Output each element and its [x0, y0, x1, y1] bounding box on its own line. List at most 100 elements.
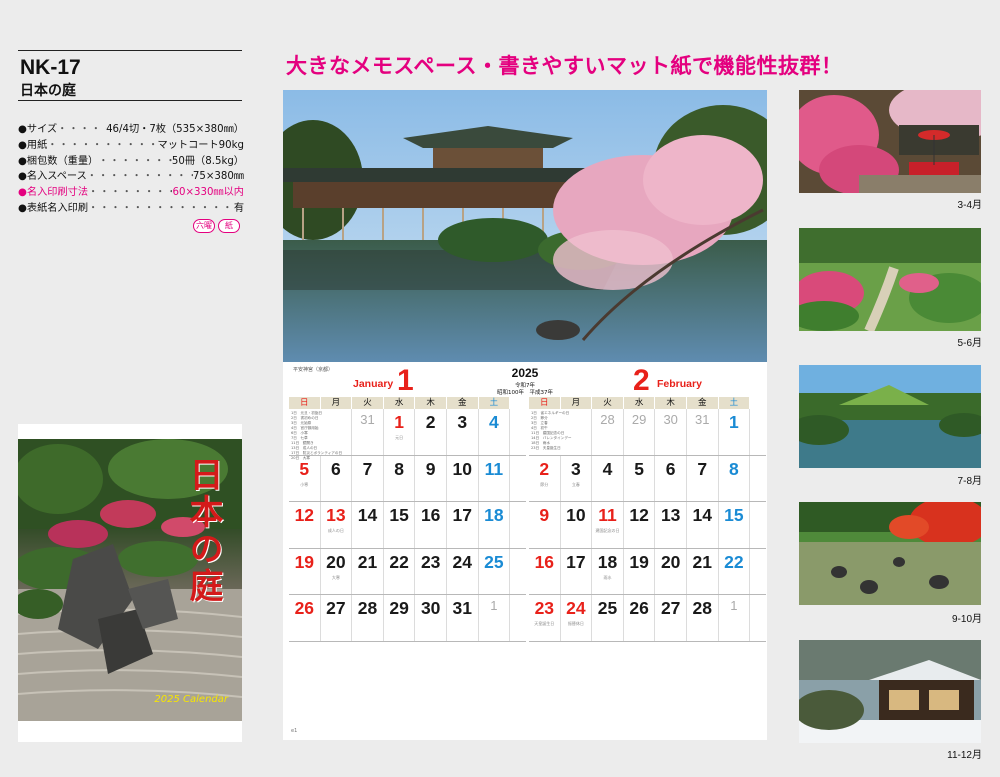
week-row: 12 13 成人の日 14 15 16 17 18	[289, 502, 526, 549]
holiday-notes: 1日 元旦・初詣日 2日 書初めの日 3日 元始祭 4日 官庁御用始 6日 小寒…	[289, 409, 353, 460]
weekday-fri: 金	[686, 397, 719, 409]
day-number: 24	[452, 551, 472, 572]
day-number: 12	[629, 505, 649, 525]
day-number: 23	[534, 598, 555, 618]
day-note: 成人の日	[327, 528, 344, 533]
day-cell: 30	[415, 595, 447, 641]
day-number: 1	[730, 598, 738, 613]
day-number: 1	[728, 412, 739, 432]
week-row: 26 27 28 29 30 31 1	[289, 595, 526, 642]
holiday-notes-text: 1日 元旦・初詣日 2日 書初めの日 3日 元始祭 4日 官庁御用始 6日 小寒…	[291, 411, 343, 460]
calendar-sheet: 平安神宮（京都） January 1 2025 令和7年 昭和100年 平成37…	[283, 90, 767, 740]
day-cell: 11 建国記念の日	[592, 502, 624, 548]
spec-dots: ・・・・・・・・・・・・・・・・・・・・・・・・・・	[88, 202, 234, 214]
day-number: 2	[539, 458, 550, 479]
day-cell: 31	[687, 409, 719, 455]
rock-garden-illustration	[799, 502, 981, 605]
day-number: 21	[357, 551, 378, 572]
day-cell: 20	[655, 548, 687, 594]
spec-value: 60×330㎜以内	[172, 187, 244, 199]
snow-villa-illustration	[799, 640, 981, 743]
spec-packing: ●梱包数（重量）・・・・・・・・・・・・・・・・・・50冊（8.5kg）	[18, 154, 244, 170]
day-cell: 15	[719, 502, 751, 548]
pond-garden-illustration	[799, 365, 981, 468]
weekday-thu: 木	[415, 397, 447, 409]
day-cell: 29	[624, 409, 656, 455]
day-number: 11	[484, 458, 504, 479]
thumbnail-label-5-6: 5-6月	[957, 338, 982, 349]
day-cell: 26	[624, 595, 656, 641]
day-number: 29	[631, 412, 647, 427]
day-cell: 18	[479, 502, 511, 548]
day-cell: 5 小寒	[289, 455, 321, 501]
day-number: 18	[484, 505, 504, 525]
day-cell: 25	[479, 548, 511, 594]
day-cell: 6	[655, 455, 687, 501]
week-row: 16 17 18 雨水 19 20 21 22	[529, 548, 766, 595]
day-number: 13	[326, 505, 346, 525]
day-number: 14	[692, 505, 712, 525]
calendar-header: 平安神宮（京都） January 1 2025 令和7年 昭和100年 平成37…	[283, 362, 767, 398]
day-note: 大寒	[331, 574, 340, 580]
day-number: 4	[602, 458, 613, 479]
day-note: 天皇誕生日	[534, 621, 555, 626]
day-number: 31	[452, 598, 472, 618]
day-cell: 29	[384, 595, 416, 641]
spec-value: マットコート90kg	[157, 139, 244, 151]
day-number: 16	[534, 551, 555, 572]
spec-label: ●名入印刷寸法	[18, 187, 89, 199]
day-cell: 27	[321, 595, 353, 641]
day-number: 21	[692, 551, 712, 572]
spec-paper: ●用紙・・・・・・・・・・・・・・・・・・・・マットコート90kg	[18, 138, 244, 154]
spec-value: 50冊（8.5kg）	[171, 155, 244, 167]
day-number: 6	[331, 458, 341, 479]
weekday-mon: 月	[560, 397, 593, 409]
day-cell: 13	[655, 502, 687, 548]
day-cell: 26	[289, 595, 321, 641]
spec-name-space: ●名入スペース・・・・・・・・・・・・・・・・・・75×380㎜	[18, 169, 244, 185]
day-cell: 18 雨水	[592, 548, 624, 594]
day-number: 8	[394, 458, 404, 479]
day-number: 31	[360, 412, 375, 427]
day-cell: 23	[415, 548, 447, 594]
thumbnail-5-6	[799, 228, 981, 331]
day-number: 9	[539, 505, 550, 525]
day-cell: 28	[687, 595, 719, 641]
weekday-fri: 金	[446, 397, 479, 409]
spec-dots: ・・・・・・・・・・・・・・・・・・・・	[47, 139, 158, 151]
day-number: 10	[566, 505, 586, 525]
day-cell: 12	[624, 502, 656, 548]
day-number: 5	[299, 458, 310, 479]
day-number: 25	[597, 598, 618, 618]
main-photo	[283, 90, 767, 362]
january-grid: 日 月 火 水 木 金 土 1日 元旦・初詣日 2日 書初めの日 3日 元始祭 …	[289, 397, 526, 642]
spec-cover-print: ●表紙名入印刷・・・・・・・・・・・・・・・・・・・・・・・・・・有	[18, 201, 244, 217]
thumbnail-11-12	[799, 640, 981, 743]
weekday-wed: 水	[383, 397, 416, 409]
day-cell: 31	[447, 595, 479, 641]
spec-label: ●梱包数（重量）	[18, 155, 99, 167]
day-cell: 20 大寒	[321, 548, 353, 594]
spec-dots: ・・・・・・・・・・・・・・・・・・	[86, 171, 193, 183]
day-number: 19	[294, 551, 315, 572]
day-cell: 1	[719, 595, 751, 641]
day-cell: 19	[624, 548, 656, 594]
spec-value: 有	[233, 202, 244, 214]
day-cell: 9	[529, 502, 561, 548]
thumbnail-3-4	[799, 90, 981, 193]
day-number: 7	[362, 458, 373, 479]
day-number: 3	[457, 412, 468, 432]
top-rule	[18, 50, 242, 51]
day-number: 5	[634, 458, 644, 479]
day-number: 26	[629, 598, 649, 618]
jan-month-name: January	[353, 378, 394, 390]
day-cell: 9	[415, 455, 447, 501]
day-cell: 28	[352, 595, 384, 641]
day-number: 8	[728, 458, 739, 479]
spec-size: ●サイズ・・・・・・・・46/4切・7枚（535×380㎜）	[18, 122, 244, 138]
february-weeks: 1日 省エネルギーの日 2日 節分 3日 立春 4日 初午 11日 建国記念の日…	[529, 409, 766, 642]
day-cell: 8	[719, 455, 751, 501]
day-number: 22	[389, 551, 409, 572]
day-cell: 16	[415, 502, 447, 548]
spec-label: ●表紙名入印刷	[18, 202, 89, 214]
